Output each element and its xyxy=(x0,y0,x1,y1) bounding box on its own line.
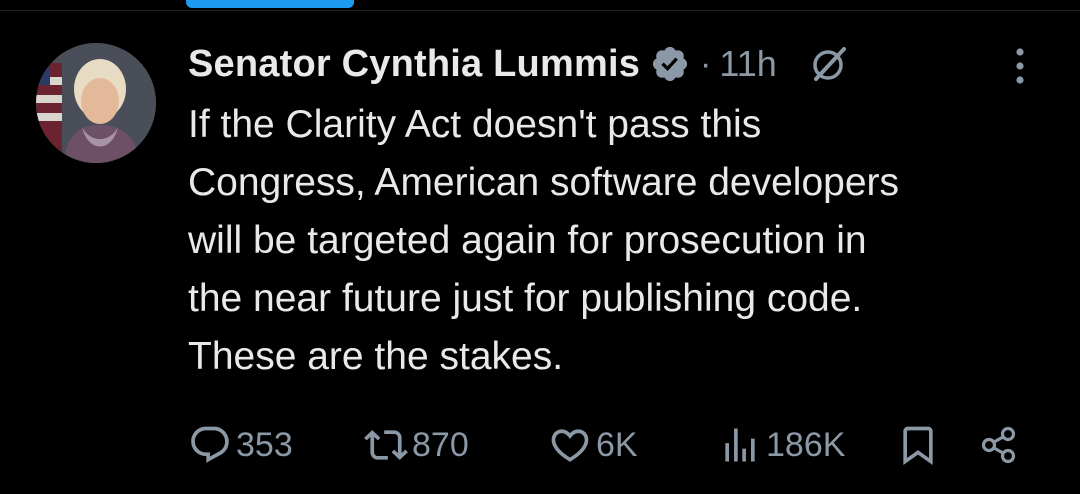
reply-button[interactable]: 353 xyxy=(188,418,293,472)
separator-dot: · xyxy=(700,44,712,83)
author-name[interactable]: Senator Cynthia Lummis xyxy=(188,43,640,86)
like-count: 6K xyxy=(596,425,638,464)
active-tab-indicator xyxy=(186,0,354,8)
share-button[interactable] xyxy=(978,418,1022,472)
top-divider xyxy=(0,10,1080,11)
views-count: 186K xyxy=(766,425,846,464)
reply-count: 353 xyxy=(236,425,293,464)
tweet-header: Senator Cynthia Lummis · 11h xyxy=(188,36,851,92)
views-button[interactable]: 186K xyxy=(718,418,845,472)
repost-count: 870 xyxy=(412,425,469,464)
share-icon xyxy=(981,426,1016,464)
bookmark-icon xyxy=(903,426,933,466)
avatar-photo xyxy=(36,43,156,163)
like-button[interactable]: 6K xyxy=(548,418,638,472)
repost-icon xyxy=(364,430,408,460)
action-bar: 353 870 6K 186K xyxy=(188,418,1028,472)
reply-icon xyxy=(191,426,229,463)
more-vertical-icon xyxy=(1016,48,1024,84)
views-icon xyxy=(725,428,755,462)
repost-button[interactable]: 870 xyxy=(364,418,469,472)
grok-icon[interactable] xyxy=(807,42,851,86)
bookmark-button[interactable] xyxy=(896,418,940,472)
more-button[interactable] xyxy=(1006,44,1034,88)
post-time[interactable]: 11h xyxy=(719,43,776,85)
verified-badge-icon xyxy=(650,44,690,84)
tweet-text: If the Clarity Act doesn't pass this Con… xyxy=(188,103,900,378)
avatar[interactable] xyxy=(36,43,156,163)
heart-icon xyxy=(551,429,589,462)
